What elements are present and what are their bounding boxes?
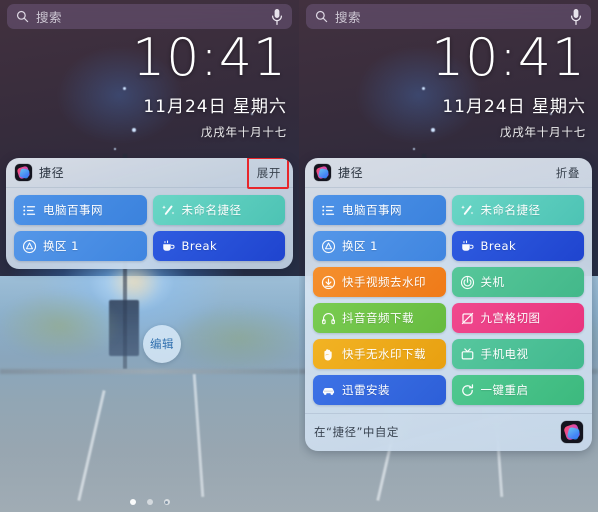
clock-lunar-date: 戊戌年十月十七 [200,125,287,140]
shortcut-tile-label: 电脑百事网 [43,203,103,217]
car-icon [322,387,335,395]
edit-button[interactable]: 编辑 [143,325,181,363]
clock-date: 11月24日 星期六 [143,97,287,118]
magic-wand-icon [161,204,174,215]
playstation-triangle-icon [321,239,336,253]
shortcut-tile-label: Break [480,239,517,253]
shortcuts-app-icon [15,164,32,181]
page-dot[interactable] [146,499,153,505]
shortcuts-app-icon[interactable] [561,421,583,443]
shortcut-tile-label: 换区 1 [342,239,378,253]
shortcut-tile[interactable]: 电脑百事网 [14,195,147,225]
edit-button-label: 编辑 [150,337,174,351]
shortcut-tile[interactable]: 未命名捷径 [451,195,584,225]
shortcut-tile[interactable]: 一键重启 [451,375,584,405]
clock-lunar-date: 戊戌年十月十七 [499,125,586,140]
shortcut-tile[interactable]: Break [152,231,285,261]
grass-right [161,291,299,369]
list-bullet-icon [322,205,335,215]
light-speck [122,87,126,91]
search-bar[interactable]: 搜索 [7,4,292,29]
shortcut-tile[interactable]: 快手无水印下载 [313,339,446,369]
widget-title: 捷径 [39,166,65,180]
hand-raised-icon [324,348,332,361]
shortcuts-widget-expanded: 捷径 折叠 电脑百事网 未命名捷径 换区 1 Break 快手视频去水印 关机 … [305,158,592,451]
shortcut-tile[interactable]: 九宫格切图 [451,303,584,333]
page-dot-active[interactable] [129,499,136,505]
shortcut-tile-grid-collapsed: 电脑百事网 未命名捷径 换区 1 Break [6,188,293,269]
shortcut-tile-label: 一键重启 [480,383,529,397]
widget-footer-text: 在“捷径”中自定 [314,425,399,439]
shortcut-tile-label: 未命名捷径 [181,203,242,217]
shortcut-tile[interactable]: 抖音音频下载 [313,303,446,333]
shortcut-tile[interactable]: 快手视频去水印 [313,267,446,297]
clock-time: 10:41 [132,28,287,88]
search-icon [16,10,29,23]
search-icon [315,10,328,23]
collapse-button[interactable]: 折叠 [553,163,583,183]
shortcuts-app-icon [314,164,331,181]
panel-expanded: 搜索 10:41 11月24日 星期六 戊戌年十月十七 捷径 折叠 电脑百事网 … [299,0,598,512]
coffee-cup-icon [461,240,473,251]
list-bullet-icon [23,205,36,215]
search-input[interactable]: 搜索 [335,7,361,26]
shortcut-tile[interactable]: 电脑百事网 [313,195,446,225]
grass-left [0,276,132,359]
shortcut-tile-label: 手机电视 [480,347,529,361]
shortcut-tile[interactable]: 换区 1 [14,231,147,261]
shortcut-tile-label: 未命名捷径 [480,203,541,217]
shortcut-tile-label: 抖音音频下载 [342,311,414,325]
widget-header: 捷径 折叠 [305,158,592,188]
shortcut-tile-label: 迅雷安装 [342,383,390,397]
magic-wand-icon [460,204,473,215]
camera-dot-icon[interactable] [163,499,170,505]
shortcut-tile-label: 电脑百事网 [342,203,402,217]
widget-footer: 在“捷径”中自定 [305,413,592,451]
lockscreen-clock: 10:41 11月24日 星期六 戊戌年十月十七 [132,28,287,140]
crop-icon [461,312,473,324]
shortcuts-widget-collapsed: 捷径 展开 电脑百事网 未命名捷径 换区 1 Break [6,158,293,269]
shortcut-tile-grid-expanded: 电脑百事网 未命名捷径 换区 1 Break 快手视频去水印 关机 抖音音频下载… [305,188,592,413]
light-speck [421,87,425,91]
search-bar[interactable]: 搜索 [306,4,591,29]
shortcut-tile-label: 快手视频去水印 [342,275,426,289]
shortcut-tile-label: 换区 1 [43,239,79,253]
clock-time: 10:41 [431,28,586,88]
coffee-cup-icon [162,240,174,251]
shortcut-tile[interactable]: Break [451,231,584,261]
headphones-icon [322,312,335,324]
download-circle-icon [321,275,336,289]
widget-header: 捷径 展开 [6,158,293,189]
mic-icon[interactable] [271,8,283,26]
tv-icon [461,347,473,359]
power-icon [460,275,474,289]
playstation-triangle-icon [22,239,37,253]
panel-collapsed: 搜索 10:41 11月24日 星期六 戊戌年十月十七 捷径 展开 电脑百事网 … [0,0,299,512]
shortcut-tile-label: 九宫格切图 [480,311,541,325]
shortcut-tile-label: Break [181,239,218,253]
shortcut-tile-label: 快手无水印下载 [342,347,426,361]
page-indicator [0,499,299,505]
lockscreen-clock: 10:41 11月24日 星期六 戊戌年十月十七 [431,28,586,140]
shortcut-tile-label: 关机 [480,275,505,289]
expand-button[interactable]: 展开 [246,158,290,189]
clock-date: 11月24日 星期六 [442,97,586,118]
comparison-screenshot: 搜索 10:41 11月24日 星期六 戊戌年十月十七 捷径 展开 电脑百事网 … [0,0,598,512]
mic-icon[interactable] [570,8,582,26]
shortcut-tile[interactable]: 迅雷安装 [313,375,446,405]
shortcut-tile[interactable]: 未命名捷径 [152,195,285,225]
search-input[interactable]: 搜索 [36,7,62,26]
kerb-line [0,368,299,374]
shortcut-tile[interactable]: 手机电视 [451,339,584,369]
refresh-icon [461,383,473,396]
shortcut-tile[interactable]: 关机 [451,267,584,297]
shortcut-tile[interactable]: 换区 1 [313,231,446,261]
widget-title: 捷径 [338,166,364,180]
